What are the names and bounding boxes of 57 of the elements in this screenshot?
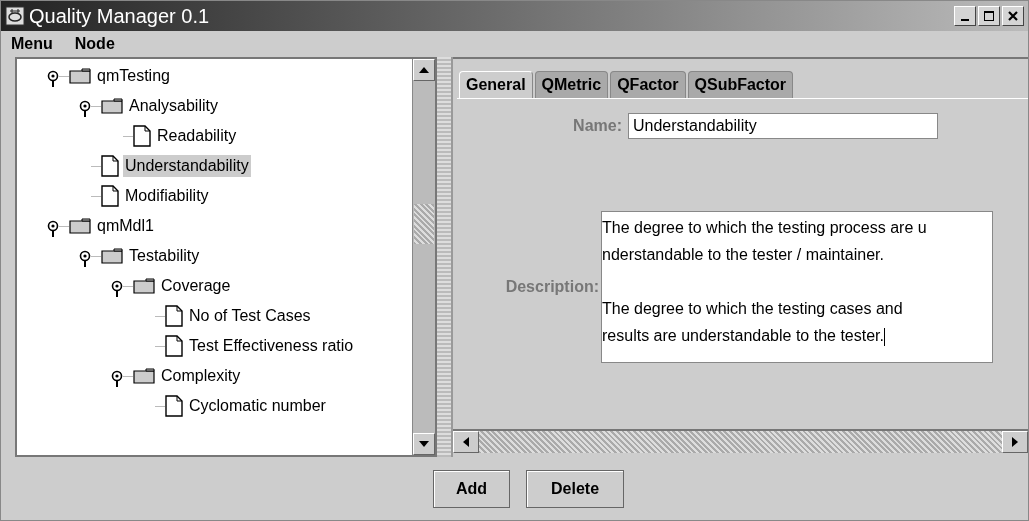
tree-item[interactable]: Coverage	[159, 275, 233, 297]
scroll-left-icon[interactable]	[463, 437, 469, 447]
tree-item[interactable]: Analysability	[127, 95, 220, 117]
folder-icon	[101, 248, 123, 264]
menu-item[interactable]: Node	[70, 35, 119, 53]
expand-handle-icon[interactable]	[111, 370, 123, 388]
document-icon	[101, 185, 119, 207]
tab[interactable]: QSubFactor	[687, 71, 794, 98]
maximize-button[interactable]	[978, 6, 1000, 26]
vertical-scrollbar[interactable]	[412, 59, 435, 455]
minimize-icon	[961, 19, 969, 21]
tree-item[interactable]: Readability	[155, 125, 239, 147]
maximize-icon	[983, 10, 995, 22]
document-icon	[101, 155, 119, 177]
name-label: Name:	[572, 117, 623, 135]
folder-icon	[69, 218, 91, 234]
document-icon	[165, 335, 183, 357]
action-button[interactable]: Add	[432, 469, 511, 508]
tree-item[interactable]: Cyclomatic number	[187, 395, 328, 417]
folder-icon	[69, 68, 91, 84]
close-icon	[1007, 10, 1019, 22]
document-icon	[133, 125, 151, 147]
scroll-down-icon[interactable]	[419, 441, 429, 447]
scroll-up-icon[interactable]	[419, 67, 429, 73]
folder-icon	[101, 98, 123, 114]
tree-item[interactable]: Testability	[127, 245, 202, 267]
folder-icon	[133, 278, 155, 294]
document-icon	[165, 305, 183, 327]
expand-handle-icon[interactable]	[79, 250, 91, 268]
action-button[interactable]: Delete	[526, 469, 625, 508]
app-icon	[5, 6, 25, 26]
minimize-button[interactable]	[954, 6, 976, 26]
tree-item[interactable]: Complexity	[159, 365, 243, 387]
tree-item[interactable]: No of Test Cases	[187, 305, 313, 327]
tab[interactable]: QMetric	[534, 71, 609, 98]
folder-icon	[133, 368, 155, 384]
tree-item[interactable]: Test Effectiveness ratio	[187, 335, 356, 357]
tree-item[interactable]: Modifiability	[123, 185, 211, 207]
window-title: Quality Manager 0.1	[29, 4, 210, 28]
tree-item[interactable]: Understandability	[123, 155, 251, 177]
horizontal-scrollbar[interactable]	[453, 429, 1028, 453]
description-label: Description:	[504, 278, 600, 296]
scroll-thumb[interactable]	[414, 204, 434, 244]
expand-handle-icon[interactable]	[47, 70, 59, 88]
close-button[interactable]	[1002, 6, 1024, 26]
expand-handle-icon[interactable]	[111, 280, 123, 298]
tab[interactable]: QFactor	[610, 71, 686, 98]
tree-item[interactable]: qmTesting	[95, 65, 172, 87]
expand-handle-icon[interactable]	[79, 100, 91, 118]
scroll-right-icon[interactable]	[1012, 437, 1018, 447]
tab[interactable]: General	[459, 71, 533, 98]
menu-item[interactable]: Menu	[7, 35, 57, 53]
name-field[interactable]: Understandability	[628, 113, 938, 139]
tree-item[interactable]: qmMdl1	[95, 215, 156, 237]
document-icon	[165, 395, 183, 417]
description-field[interactable]: The degree to which the testing process are u nderstandable to the tester / maintainer. The degree to which the testing cases and results are understandable to the tester.	[601, 211, 993, 363]
expand-handle-icon[interactable]	[47, 220, 59, 238]
